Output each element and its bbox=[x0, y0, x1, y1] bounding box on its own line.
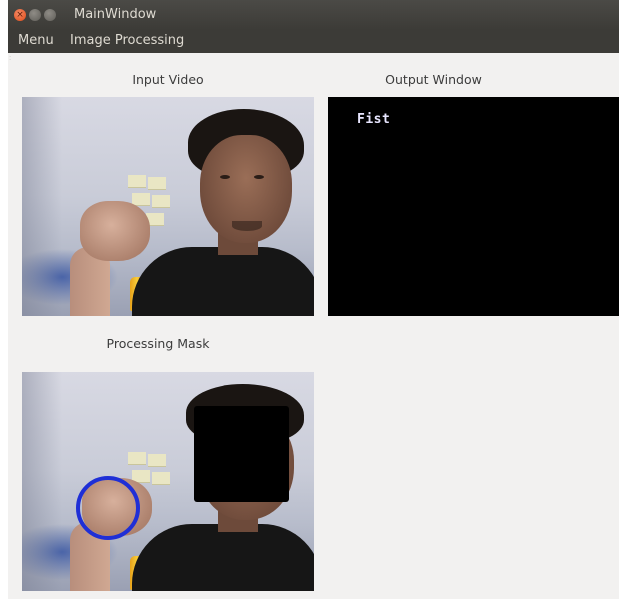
main-window: × MainWindow Menu Image Processing · · In… bbox=[8, 0, 619, 599]
minimize-icon[interactable] bbox=[29, 9, 41, 21]
menu-item-image-processing[interactable]: Image Processing bbox=[70, 33, 184, 48]
face-mask-box bbox=[194, 406, 289, 502]
output-window-view: Fist bbox=[328, 97, 619, 316]
maximize-icon[interactable] bbox=[44, 9, 56, 21]
output-window-label: Output Window bbox=[385, 72, 482, 87]
camera-frame bbox=[22, 97, 314, 316]
menu-item-menu[interactable]: Menu bbox=[18, 33, 54, 48]
gesture-result-text: Fist bbox=[357, 112, 391, 127]
camera-frame bbox=[22, 372, 314, 591]
processing-mask-label: Processing Mask bbox=[106, 336, 210, 351]
processing-mask-view bbox=[22, 372, 314, 591]
input-video-view bbox=[22, 97, 314, 316]
menu-bar: Menu Image Processing bbox=[8, 30, 619, 53]
title-bar[interactable]: × MainWindow bbox=[8, 0, 619, 30]
close-icon[interactable]: × bbox=[14, 9, 26, 21]
window-title: MainWindow bbox=[74, 7, 157, 22]
hand-detection-ring bbox=[76, 476, 140, 540]
input-video-label: Input Video bbox=[132, 72, 204, 87]
toolbar-grip-icon[interactable]: · · bbox=[9, 54, 13, 64]
